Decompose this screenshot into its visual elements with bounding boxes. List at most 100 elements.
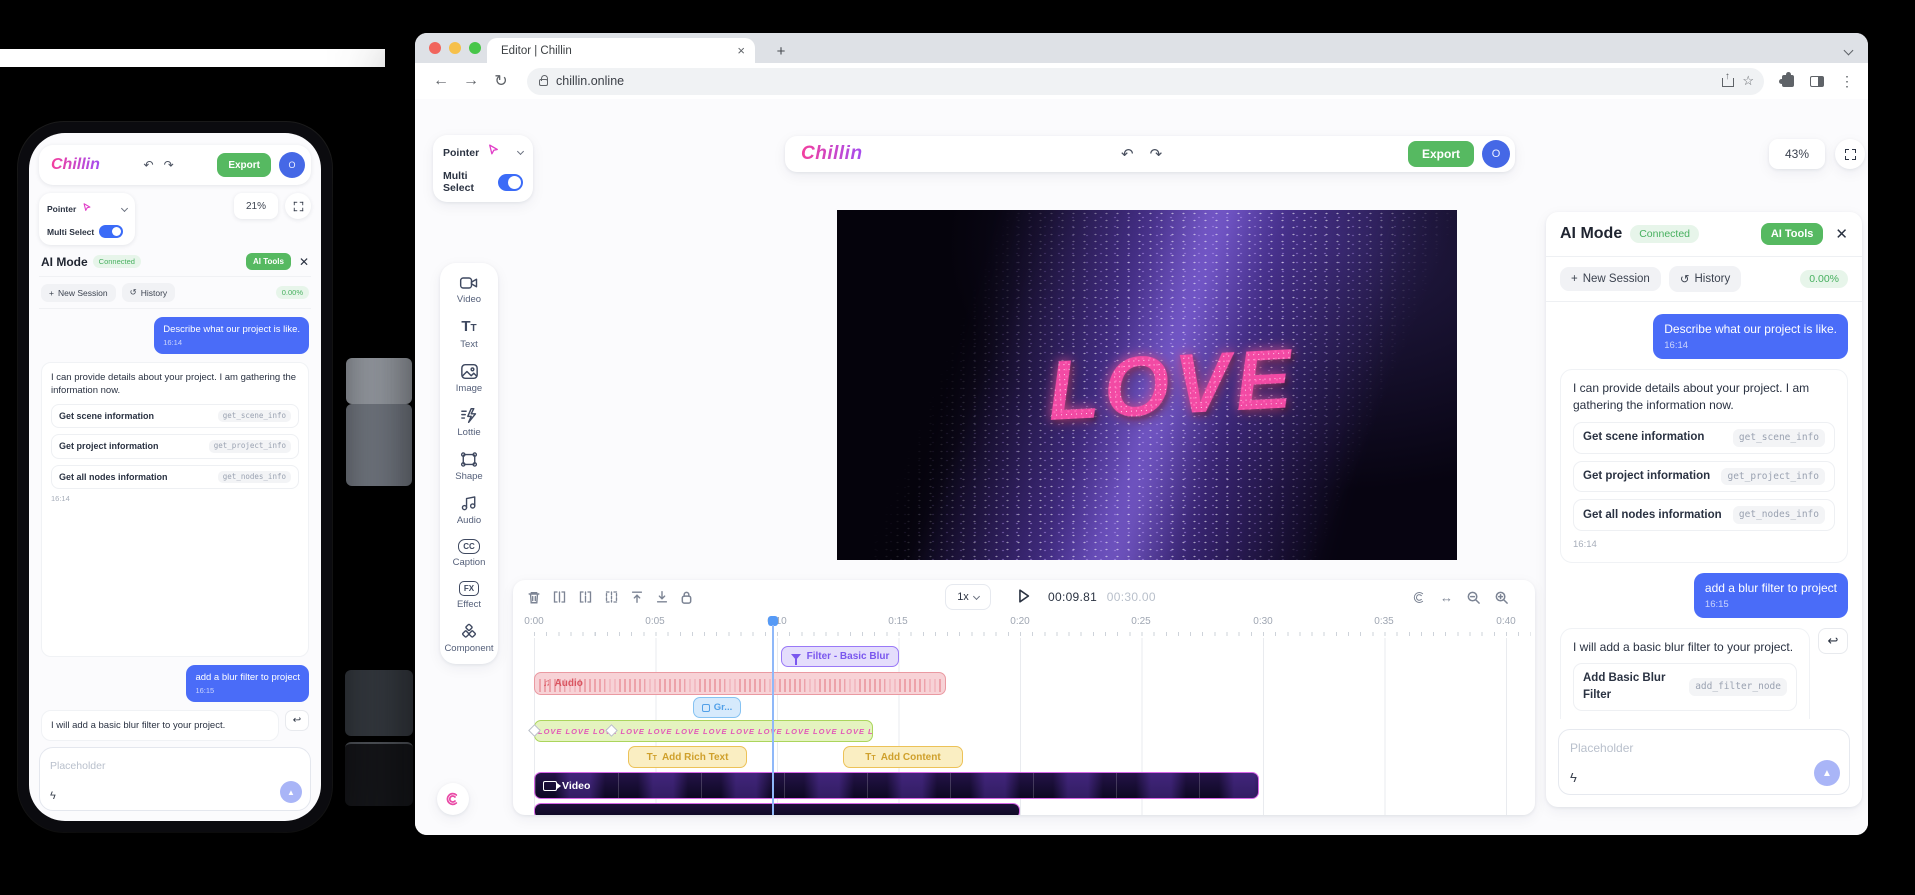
maximize-window-button[interactable] [469,42,481,54]
rail-item-caption[interactable]: CC Caption [440,539,498,568]
rail-item-shape[interactable]: Shape [440,451,498,482]
send-button[interactable]: ▲ [1814,760,1840,786]
rail-item-image[interactable]: Image [440,363,498,394]
url-text[interactable]: chillin.online [556,74,1714,88]
split-left-icon[interactable] [552,590,567,604]
delete-icon[interactable] [527,590,541,605]
tool-call-row[interactable]: Add Basic Blur Filter add_filter_node [1573,663,1797,710]
send-button[interactable]: ▲ [280,781,302,803]
history-button[interactable]: ↺History [122,283,176,302]
undo-icon[interactable]: ↶ [1121,145,1134,163]
preview-canvas[interactable]: LOVE [837,210,1457,560]
tool-call-row[interactable]: Get all nodes information get_nodes_info [51,465,299,490]
chevron-down-icon[interactable] [517,148,524,155]
assistant-message: I will add a basic blur filter to your p… [41,710,279,741]
ruler-minor-ticks[interactable] [534,632,1531,636]
forward-icon[interactable]: → [459,72,483,90]
new-tab-button[interactable]: + [771,43,791,60]
clip-filter-basic-blur[interactable]: Filter - Basic Blur [781,646,899,667]
export-button[interactable]: Export [217,153,271,177]
playhead[interactable] [768,616,778,815]
close-icon[interactable]: ✕ [299,255,309,269]
tab-search-chevron-icon[interactable] [1845,41,1852,59]
undo-action-button[interactable]: ↩ [285,710,309,731]
address-bar[interactable]: chillin.online ☆ [527,68,1764,95]
chevron-down-icon[interactable] [121,204,128,211]
fullscreen-button[interactable] [1835,139,1865,169]
split-right-icon[interactable] [604,590,619,604]
multi-select-label: Multi Select [443,170,492,194]
rail-item-effect[interactable]: FX Effect [440,581,498,610]
export-button[interactable]: Export [1408,141,1474,167]
redo-icon[interactable]: ↷ [1150,145,1163,163]
clip-video[interactable]: Video [534,772,1259,799]
reload-icon[interactable]: ↻ [489,71,513,91]
rail-item-component[interactable]: Component [440,623,498,654]
clip-love-text[interactable]: LOVE LOVE LOVE LOVE LOVE LOVE LOVE LOVE … [534,720,873,742]
clip-add-content[interactable]: TT Add Content [843,746,963,768]
clip-add-rich-text[interactable]: TT Add Rich Text [628,746,747,768]
user-message: Describe what our project is like. 16:14 [154,317,309,354]
rail-item-lottie[interactable]: Lottie [440,407,498,438]
redo-icon[interactable]: ↷ [164,158,174,172]
quick-action-bolt-icon[interactable]: ϟ [50,790,56,802]
avatar[interactable]: O [1482,140,1510,168]
playback-speed-select[interactable]: 1x [945,584,991,610]
new-session-button[interactable]: +New Session [1560,267,1661,291]
rail-item-text[interactable]: TT Text [440,318,498,350]
fullscreen-button[interactable] [285,193,311,219]
pointer-row[interactable]: Pointer [47,200,127,218]
zoom-level[interactable]: 21% [234,193,278,219]
back-icon[interactable]: ← [429,72,453,90]
browser-tab[interactable]: Editor | Chillin × [487,38,755,63]
chat-input[interactable] [50,760,263,772]
clip-group[interactable]: Gr... [693,697,741,718]
browser-menu-icon[interactable]: ⋮ [1840,73,1854,90]
undo-action-button[interactable]: ↩ [1818,628,1848,654]
undo-icon[interactable]: ↶ [144,158,154,172]
tool-call-row[interactable]: Get scene information get_scene_info [51,404,299,429]
split-center-icon[interactable] [578,590,593,604]
chat-input[interactable] [1570,741,1798,755]
tool-call-row[interactable]: Get all nodes information get_nodes_info [1573,499,1835,531]
multi-select-toggle[interactable] [498,174,523,191]
bookmark-star-icon[interactable]: ☆ [1742,73,1754,89]
chillin-logo-button[interactable] [437,783,469,815]
share-icon[interactable] [1722,75,1734,87]
multi-select-toggle[interactable] [99,225,123,238]
clip-audio[interactable]: ♫ Audio [534,672,946,695]
raise-layer-icon[interactable] [630,590,644,604]
chat-area[interactable]: Describe what our project is like. 16:14… [1546,302,1862,719]
magic-chillin-icon[interactable] [1412,590,1427,605]
tool-call-row[interactable]: Get project information get_project_info [1573,461,1835,493]
zoom-level[interactable]: 43% [1769,139,1825,169]
quick-action-bolt-icon[interactable]: ϟ [1570,770,1577,785]
rail-item-video[interactable]: Video [440,275,498,305]
tab-close-icon[interactable]: × [737,43,745,58]
tool-call-row[interactable]: Get scene information get_scene_info [1573,422,1835,454]
new-session-button[interactable]: +New Session [41,284,116,302]
window-controls[interactable] [429,42,481,54]
chat-input-box[interactable]: ϟ ▲ [39,747,311,811]
fit-timeline-icon[interactable]: ↔ [1440,590,1453,605]
side-panel-icon[interactable] [1810,76,1824,87]
extensions-icon[interactable] [1782,75,1794,87]
history-button[interactable]: ↺History [1669,266,1741,292]
play-button[interactable] [1016,588,1031,604]
close-icon[interactable]: ✕ [1835,225,1848,243]
minimize-window-button[interactable] [449,42,461,54]
tool-call-row[interactable]: Get project information get_project_info [51,434,299,459]
lower-layer-icon[interactable] [655,590,669,604]
close-window-button[interactable] [429,42,441,54]
lock-icon[interactable] [680,590,693,605]
zoom-out-icon[interactable] [1466,590,1481,605]
pointer-tool-card: Pointer Multi Select [433,135,533,202]
ai-tools-button[interactable]: AI Tools [246,253,291,270]
rail-item-audio[interactable]: Audio [440,495,498,526]
chat-input-box[interactable]: ϟ ▲ [1558,729,1850,795]
avatar[interactable]: O [279,152,305,178]
chat-area[interactable]: Describe what our project is like. 16:14… [39,309,311,741]
ai-tools-button[interactable]: AI Tools [1761,223,1824,245]
pointer-row[interactable]: Pointer [443,143,523,162]
zoom-in-icon[interactable] [1494,590,1509,605]
